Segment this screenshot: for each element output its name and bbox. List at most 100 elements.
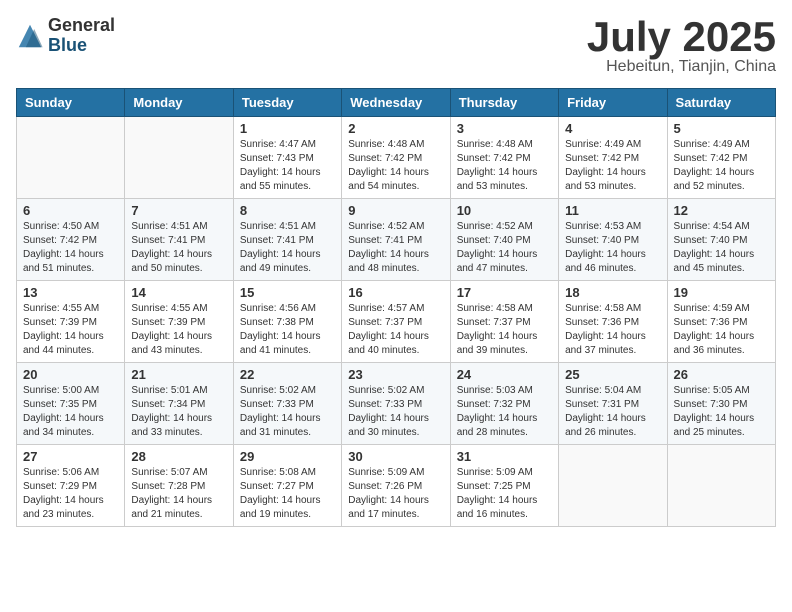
day-number: 29 <box>240 449 335 464</box>
cell-info: Sunrise: 5:08 AMSunset: 7:27 PMDaylight:… <box>240 466 335 522</box>
calendar-cell: 9 Sunrise: 4:52 AMSunset: 7:41 PMDaylight… <box>342 199 450 281</box>
calendar-week-row: 27 Sunrise: 5:06 AMSunset: 7:29 PMDayligh… <box>17 445 776 527</box>
cell-info: Sunrise: 4:58 AMSunset: 7:36 PMDaylight:… <box>565 302 660 358</box>
cell-info: Sunrise: 4:49 AMSunset: 7:42 PMDaylight:… <box>565 138 660 194</box>
day-number: 23 <box>348 367 443 382</box>
calendar-cell <box>125 117 233 199</box>
month-title: July 2025 <box>587 16 776 58</box>
calendar-cell: 13Sunrise: 4:55 AMSunset: 7:39 PMDayligh… <box>17 281 125 363</box>
logo-text: General Blue <box>48 16 115 56</box>
day-number: 28 <box>131 449 226 464</box>
cell-info: Sunrise: 4:49 AMSunset: 7:42 PMDaylight:… <box>674 138 769 194</box>
day-number: 22 <box>240 367 335 382</box>
day-number: 6 <box>23 203 118 218</box>
cell-info: Sunrise: 5:02 AMSunset: 7:33 PMDaylight:… <box>240 384 335 440</box>
day-number: 30 <box>348 449 443 464</box>
day-number: 14 <box>131 285 226 300</box>
cell-info: Sunrise: 5:06 AMSunset: 7:29 PMDaylight:… <box>23 466 118 522</box>
day-number: 17 <box>457 285 552 300</box>
title-block: July 2025 Hebeitun, Tianjin, China <box>587 16 776 76</box>
calendar-cell: 10 Sunrise: 4:52 AMSunset: 7:40 PMDayligh… <box>450 199 558 281</box>
cell-info: Sunrise: 4:51 AMSunset: 7:41 PMDaylight:… <box>240 220 335 276</box>
calendar-cell: 8 Sunrise: 4:51 AMSunset: 7:41 PMDaylight… <box>233 199 341 281</box>
calendar-week-row: 20 Sunrise: 5:00 AMSunset: 7:35 PMDayligh… <box>17 363 776 445</box>
day-number: 19 <box>674 285 769 300</box>
day-number: 24 <box>457 367 552 382</box>
calendar-cell: 17 Sunrise: 4:58 AMSunset: 7:37 PMDayligh… <box>450 281 558 363</box>
day-number: 5 <box>674 121 769 136</box>
calendar-week-row: 6Sunrise: 4:50 AMSunset: 7:42 PMDaylight… <box>17 199 776 281</box>
calendar-cell: 27 Sunrise: 5:06 AMSunset: 7:29 PMDayligh… <box>17 445 125 527</box>
day-number: 11 <box>565 203 660 218</box>
calendar-table: SundayMondayTuesdayWednesdayThursdayFrid… <box>16 88 776 527</box>
logo: General Blue <box>16 16 115 56</box>
calendar-cell: 29 Sunrise: 5:08 AMSunset: 7:27 PMDayligh… <box>233 445 341 527</box>
page-header: General Blue July 2025 Hebeitun, Tianjin… <box>16 16 776 76</box>
calendar-cell: 21Sunrise: 5:01 AMSunset: 7:34 PMDayligh… <box>125 363 233 445</box>
cell-info: Sunrise: 5:00 AMSunset: 7:35 PMDaylight:… <box>23 384 118 440</box>
day-number: 1 <box>240 121 335 136</box>
weekday-header: Sunday <box>17 89 125 117</box>
cell-info: Sunrise: 4:55 AMSunset: 7:39 PMDaylight:… <box>131 302 226 358</box>
day-number: 8 <box>240 203 335 218</box>
cell-info: Sunrise: 5:03 AMSunset: 7:32 PMDaylight:… <box>457 384 552 440</box>
calendar-cell <box>667 445 775 527</box>
calendar-cell: 20 Sunrise: 5:00 AMSunset: 7:35 PMDayligh… <box>17 363 125 445</box>
cell-info: Sunrise: 4:57 AMSunset: 7:37 PMDaylight:… <box>348 302 443 358</box>
calendar-cell: 24 Sunrise: 5:03 AMSunset: 7:32 PMDayligh… <box>450 363 558 445</box>
cell-info: Sunrise: 4:56 AMSunset: 7:38 PMDaylight:… <box>240 302 335 358</box>
logo-general: General <box>48 16 115 36</box>
weekday-header: Monday <box>125 89 233 117</box>
cell-info: Sunrise: 4:54 AMSunset: 7:40 PMDaylight:… <box>674 220 769 276</box>
day-number: 2 <box>348 121 443 136</box>
day-number: 18 <box>565 285 660 300</box>
day-number: 3 <box>457 121 552 136</box>
weekday-header: Saturday <box>667 89 775 117</box>
cell-info: Sunrise: 5:09 AMSunset: 7:25 PMDaylight:… <box>457 466 552 522</box>
calendar-cell: 11Sunrise: 4:53 AMSunset: 7:40 PMDayligh… <box>559 199 667 281</box>
cell-info: Sunrise: 4:55 AMSunset: 7:39 PMDaylight:… <box>23 302 118 358</box>
weekday-header: Wednesday <box>342 89 450 117</box>
day-number: 31 <box>457 449 552 464</box>
calendar-cell <box>17 117 125 199</box>
calendar-cell: 15 Sunrise: 4:56 AMSunset: 7:38 PMDayligh… <box>233 281 341 363</box>
day-number: 12 <box>674 203 769 218</box>
calendar-cell: 1 Sunrise: 4:47 AMSunset: 7:43 PMDaylight… <box>233 117 341 199</box>
calendar-week-row: 13Sunrise: 4:55 AMSunset: 7:39 PMDayligh… <box>17 281 776 363</box>
day-number: 4 <box>565 121 660 136</box>
calendar-cell: 18 Sunrise: 4:58 AMSunset: 7:36 PMDayligh… <box>559 281 667 363</box>
calendar-cell: 14 Sunrise: 4:55 AMSunset: 7:39 PMDayligh… <box>125 281 233 363</box>
day-number: 15 <box>240 285 335 300</box>
cell-info: Sunrise: 4:48 AMSunset: 7:42 PMDaylight:… <box>457 138 552 194</box>
day-number: 27 <box>23 449 118 464</box>
weekday-header: Thursday <box>450 89 558 117</box>
cell-info: Sunrise: 5:04 AMSunset: 7:31 PMDaylight:… <box>565 384 660 440</box>
calendar-cell <box>559 445 667 527</box>
calendar-week-row: 1 Sunrise: 4:47 AMSunset: 7:43 PMDaylight… <box>17 117 776 199</box>
calendar-cell: 26Sunrise: 5:05 AMSunset: 7:30 PMDayligh… <box>667 363 775 445</box>
calendar-cell: 7Sunrise: 4:51 AMSunset: 7:41 PMDaylight… <box>125 199 233 281</box>
calendar-cell: 30Sunrise: 5:09 AMSunset: 7:26 PMDayligh… <box>342 445 450 527</box>
weekday-header: Friday <box>559 89 667 117</box>
calendar-cell: 31 Sunrise: 5:09 AMSunset: 7:25 PMDayligh… <box>450 445 558 527</box>
cell-info: Sunrise: 4:58 AMSunset: 7:37 PMDaylight:… <box>457 302 552 358</box>
day-number: 9 <box>348 203 443 218</box>
day-number: 16 <box>348 285 443 300</box>
calendar-cell: 3 Sunrise: 4:48 AMSunset: 7:42 PMDaylight… <box>450 117 558 199</box>
cell-info: Sunrise: 5:01 AMSunset: 7:34 PMDaylight:… <box>131 384 226 440</box>
cell-info: Sunrise: 4:59 AMSunset: 7:36 PMDaylight:… <box>674 302 769 358</box>
day-number: 10 <box>457 203 552 218</box>
calendar-cell: 12 Sunrise: 4:54 AMSunset: 7:40 PMDayligh… <box>667 199 775 281</box>
calendar-cell: 4 Sunrise: 4:49 AMSunset: 7:42 PMDaylight… <box>559 117 667 199</box>
cell-info: Sunrise: 4:51 AMSunset: 7:41 PMDaylight:… <box>131 220 226 276</box>
cell-info: Sunrise: 4:52 AMSunset: 7:40 PMDaylight:… <box>457 220 552 276</box>
day-number: 20 <box>23 367 118 382</box>
cell-info: Sunrise: 4:47 AMSunset: 7:43 PMDaylight:… <box>240 138 335 194</box>
logo-blue: Blue <box>48 36 115 56</box>
day-number: 25 <box>565 367 660 382</box>
cell-info: Sunrise: 4:52 AMSunset: 7:41 PMDaylight:… <box>348 220 443 276</box>
calendar-cell: 22 Sunrise: 5:02 AMSunset: 7:33 PMDayligh… <box>233 363 341 445</box>
weekday-header: Tuesday <box>233 89 341 117</box>
cell-info: Sunrise: 5:07 AMSunset: 7:28 PMDaylight:… <box>131 466 226 522</box>
calendar-cell: 16 Sunrise: 4:57 AMSunset: 7:37 PMDayligh… <box>342 281 450 363</box>
